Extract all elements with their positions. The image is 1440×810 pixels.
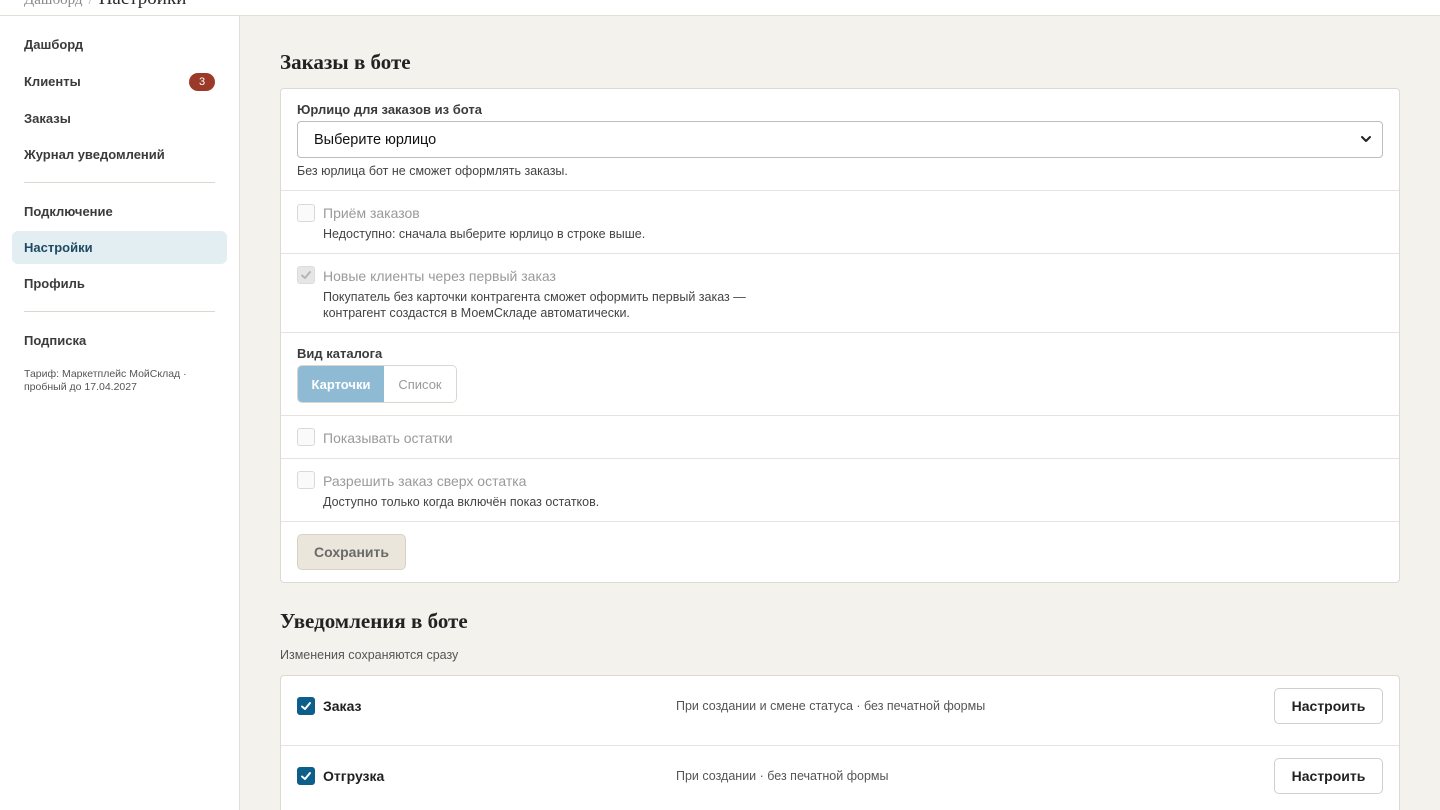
top-bar: Дашборд / Настройки — [0, 0, 1440, 16]
sidebar-divider — [24, 311, 215, 312]
allow-over-stock-help: Доступно только когда включён показ оста… — [323, 495, 600, 509]
sidebar-divider — [24, 182, 215, 183]
sidebar-item-dashboard[interactable]: Дашборд — [12, 28, 227, 61]
legal-entity-select[interactable]: Выберите юрлицо — [297, 121, 1383, 158]
sidebar-item-label: Заказы — [24, 111, 71, 126]
orders-settings-card: Юрлицо для заказов из бота Выберите юрли… — [280, 88, 1400, 583]
legal-entity-label: Юрлицо для заказов из бота — [297, 102, 482, 117]
allow-over-stock-row: Разрешить заказ сверх остатка Доступно т… — [281, 458, 1399, 521]
save-row: Сохранить — [281, 521, 1399, 582]
catalog-view-cards-button[interactable]: Карточки — [298, 366, 384, 402]
sidebar-item-connection[interactable]: Подключение — [12, 195, 227, 228]
legal-entity-help: Без юрлица бот не сможет оформлять заказ… — [297, 164, 568, 178]
notification-order-description: При создании и смене статуса · без печат… — [676, 699, 986, 713]
sidebar-item-notification-log[interactable]: Журнал уведомлений — [12, 138, 227, 171]
catalog-view-list-button[interactable]: Список — [384, 366, 456, 402]
breadcrumb: Дашборд / Настройки — [24, 0, 186, 10]
accept-orders-label: Приём заказов — [323, 205, 420, 221]
sidebar-item-label: Профиль — [24, 276, 85, 291]
check-icon — [301, 772, 311, 780]
breadcrumb-link-dashboard[interactable]: Дашборд — [24, 0, 83, 8]
new-clients-row: Новые клиенты через первый заказ Покупат… — [281, 253, 1399, 332]
save-button[interactable]: Сохранить — [297, 534, 406, 570]
sidebar-item-settings[interactable]: Настройки — [12, 231, 227, 264]
sidebar-item-label: Настройки — [24, 240, 93, 255]
notifications-section-title: Уведомления в боте — [280, 609, 468, 633]
notifications-card: Заказ При создании и смене статуса · без… — [280, 675, 1400, 810]
new-clients-label: Новые клиенты через первый заказ — [323, 268, 556, 284]
sidebar-item-profile[interactable]: Профиль — [12, 267, 227, 300]
show-stock-label: Показывать остатки — [323, 430, 453, 446]
notification-order-label: Заказ — [323, 698, 362, 714]
catalog-view-toggle: Карточки Список — [297, 365, 457, 403]
notification-shipment-label: Отгрузка — [323, 768, 385, 784]
sidebar-item-clients[interactable]: Клиенты 3 — [12, 65, 227, 98]
sidebar-item-label: Дашборд — [24, 37, 84, 52]
notification-shipment-description: При создании · без печатной формы — [676, 769, 889, 783]
sidebar-item-subscription[interactable]: Подписка — [12, 324, 227, 357]
sidebar-item-label: Журнал уведомлений — [24, 147, 165, 162]
catalog-view-row: Вид каталога Карточки Список — [281, 332, 1399, 415]
catalog-view-label: Вид каталога — [297, 346, 383, 361]
check-icon — [301, 702, 311, 710]
sidebar-item-label: Клиенты — [24, 74, 81, 89]
show-stock-checkbox[interactable] — [297, 428, 315, 446]
accept-orders-checkbox[interactable] — [297, 204, 315, 222]
new-clients-help-line2: контрагент создастся в МоемСкладе автома… — [323, 306, 630, 320]
chevron-down-icon — [1361, 136, 1371, 142]
notification-row-order: Заказ При создании и смене статуса · без… — [281, 676, 1399, 745]
allow-over-stock-label: Разрешить заказ сверх остатка — [323, 473, 527, 489]
accept-orders-row: Приём заказов Недоступно: сначала выбери… — [281, 190, 1399, 253]
orders-section-title: Заказы в боте — [280, 50, 411, 74]
check-icon — [301, 271, 311, 279]
breadcrumb-current: Настройки — [99, 0, 187, 9]
legal-entity-row: Юрлицо для заказов из бота Выберите юрли… — [281, 89, 1399, 190]
notification-shipment-configure-button[interactable]: Настроить — [1274, 758, 1383, 794]
notifications-subtitle: Изменения сохраняются сразу — [280, 648, 459, 662]
sidebar-item-label: Подключение — [24, 204, 113, 219]
legal-entity-select-value: Выберите юрлицо — [314, 131, 437, 148]
sidebar: Дашборд Клиенты 3 Заказы Журнал уведомле… — [0, 16, 240, 810]
accept-orders-help: Недоступно: сначала выберите юрлицо в ст… — [323, 227, 646, 241]
tariff-info: Тариф: Маркетплейс МойСклад · пробный до… — [24, 368, 187, 393]
allow-over-stock-checkbox[interactable] — [297, 471, 315, 489]
clients-count-badge: 3 — [189, 73, 215, 91]
new-clients-checkbox[interactable] — [297, 266, 315, 284]
show-stock-row: Показывать остатки — [281, 415, 1399, 458]
new-clients-help-line1: Покупатель без карточки контрагента смож… — [323, 290, 746, 304]
notification-shipment-checkbox[interactable] — [297, 767, 315, 785]
notification-order-configure-button[interactable]: Настроить — [1274, 688, 1383, 724]
notification-order-checkbox[interactable] — [297, 697, 315, 715]
breadcrumb-separator: / — [88, 0, 93, 8]
sidebar-item-orders[interactable]: Заказы — [12, 102, 227, 135]
notification-row-shipment: Отгрузка При создании · без печатной фор… — [281, 745, 1399, 810]
sidebar-item-label: Подписка — [24, 333, 87, 348]
